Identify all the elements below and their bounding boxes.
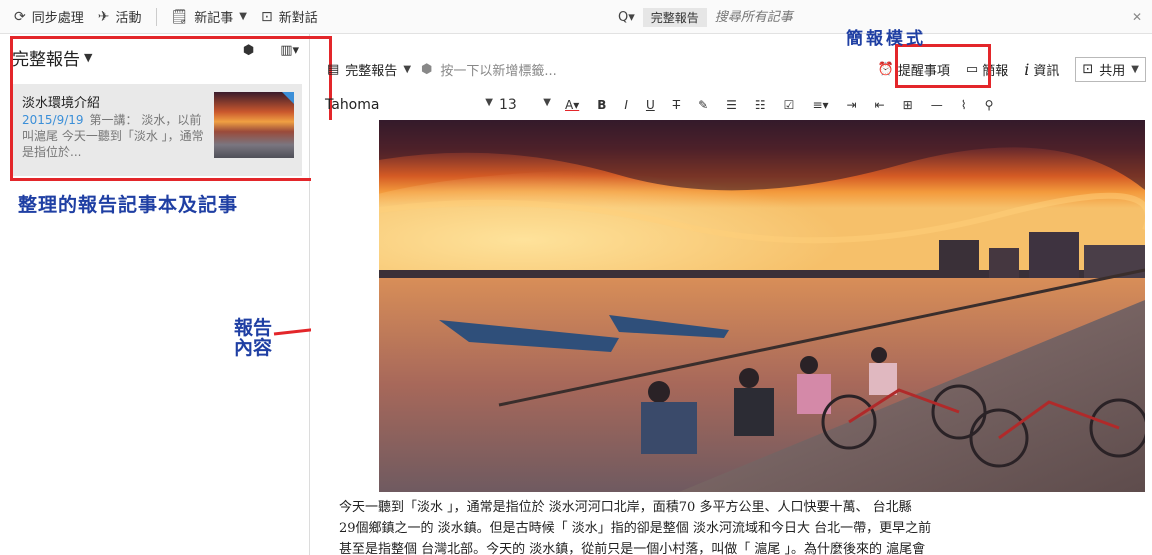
chevron-down-icon: ▼ [403,63,412,75]
underline-icon[interactable]: U [646,98,655,112]
chevron-down-icon: ▼ [543,97,551,108]
activity-button[interactable]: ✈ 活動 [97,7,142,27]
info-label: 資訊 [1033,64,1060,79]
share-button[interactable]: ⊡ 共用 ▼ [1075,57,1146,82]
format-toolbar: Tahoma ▼ 13 ▼ A▾ B I U T ✎ ☰ ☷ ☑ ≡▾ ⇥ ⇤ … [311,92,1152,118]
align-icon[interactable]: ≡▾ [812,98,828,112]
note-notebook-label: 完整報告 [345,63,398,79]
search-input[interactable] [714,9,1075,25]
note-body[interactable]: 今天一聽到「淡水 」，通常是指位於 淡水河河口北岸，面積70 多平方公里、人口快… [339,497,1139,555]
sync-icon: ⟳ [14,8,26,25]
bullet-list-icon[interactable]: ☰ [726,98,737,112]
tamsui-sunset-photo [379,120,1145,492]
sync-button[interactable]: ⟳ 同步處理 [14,7,84,27]
attachment-icon[interactable]: ⌇ [961,98,967,112]
new-chat-label: 新對話 [278,11,318,26]
checkbox-icon[interactable]: ☑ [784,98,795,112]
new-note-icon: 🗒 [170,8,189,25]
top-toolbar: ⟳ 同步處理 ✈ 活動 🗒 新記事 ▼ ⊡ 新對話 Q▾ 完整報告 ✕ [0,0,1152,34]
chevron-down-icon[interactable]: ▼ [239,11,247,22]
highlight-box-notebook [10,36,332,181]
annotation-presentation: 簡報模式 [846,29,926,49]
alarm-clock-icon: ⏰ [877,62,894,77]
tag-field[interactable]: ⬢ 按一下以新增標籤... [421,60,557,79]
body-line: 甚至是指整個 台灣北部。今天的 淡水鎮，從前只是一個小村落，叫做「 滬尾 」。為… [339,542,926,555]
share-icon: ⊡ [1082,62,1094,77]
chevron-down-icon: ▼ [485,97,493,108]
font-family-value: Tahoma [325,97,380,113]
evernote-window: ⟳ 同步處理 ✈ 活動 🗒 新記事 ▼ ⊡ 新對話 Q▾ 完整報告 ✕ 完整報告… [0,0,1152,555]
info-icon: i [1024,60,1030,79]
font-family-select[interactable]: Tahoma ▼ [325,97,493,113]
font-size-select[interactable]: 13 ▼ [499,97,551,113]
indent-icon[interactable]: ⇥ [847,98,857,112]
body-line: 今天一聽到「淡水 」，通常是指位於 淡水河河口北岸，面積70 多平方公里、人口快… [339,500,912,515]
numbered-list-icon[interactable]: ☷ [755,98,766,112]
note-content[interactable]: 今天一聽到「淡水 」，通常是指位於 淡水河河口北岸，面積70 多平方公里、人口快… [311,120,1152,555]
body-line: 29個鄉鎮之一的 淡水鎮。但是古時候「 淡水」指的卻是整個 淡水河流域和今日大 … [339,521,932,536]
highlighter-icon[interactable]: ✎ [698,98,708,112]
table-icon[interactable]: ⊞ [903,98,913,112]
note-header: ▤ 完整報告 ▼ ⬢ 按一下以新增標籤... ⏰ 提醒事項 ▭ 簡報 i 資訊 … [311,54,1152,84]
format-buttons: A▾ B I U T ✎ ☰ ☷ ☑ ≡▾ ⇥ ⇤ ⊞ — ⌇ ⚲ [565,98,993,112]
sync-label: 同步處理 [31,11,84,26]
annotation-notebook: 整理的報告記事本及記事 [18,194,239,216]
activity-label: 活動 [115,11,142,26]
tag-icon: ⬢ [421,61,433,77]
share-label: 共用 [1099,64,1126,79]
chevron-down-icon[interactable]: ▼ [1131,64,1139,75]
font-size-value: 13 [499,97,517,113]
tag-placeholder: 按一下以新增標籤... [440,63,557,79]
info-button[interactable]: i 資訊 [1024,60,1059,79]
note-notebook-selector[interactable]: ▤ 完整報告 ▼ [327,60,411,79]
new-chat-button[interactable]: ⊡ 新對話 [261,7,318,27]
close-icon[interactable]: ✕ [1132,10,1142,24]
highlight-box-presentation [895,44,991,88]
italic-icon[interactable]: I [624,98,628,112]
horizontal-rule-icon[interactable]: — [931,98,943,112]
strikethrough-icon[interactable]: T [673,98,680,112]
font-color-icon[interactable]: A▾ [565,98,579,112]
search-scope[interactable]: 完整報告 [642,7,707,27]
audio-icon[interactable]: ⚲ [985,98,994,112]
new-note-button[interactable]: 🗒 新記事 ▼ [170,7,248,27]
search-icon[interactable]: Q▾ [618,10,635,25]
new-note-label: 新記事 [194,11,234,26]
annotation-content: 報告內容 [233,317,272,359]
toolbar-divider [155,7,157,26]
notebook-icon: ▤ [327,61,340,77]
outdent-icon[interactable]: ⇤ [875,98,885,112]
chat-icon: ⊡ [261,8,273,25]
bold-icon[interactable]: B [597,98,606,112]
activity-icon: ✈ [97,8,110,25]
